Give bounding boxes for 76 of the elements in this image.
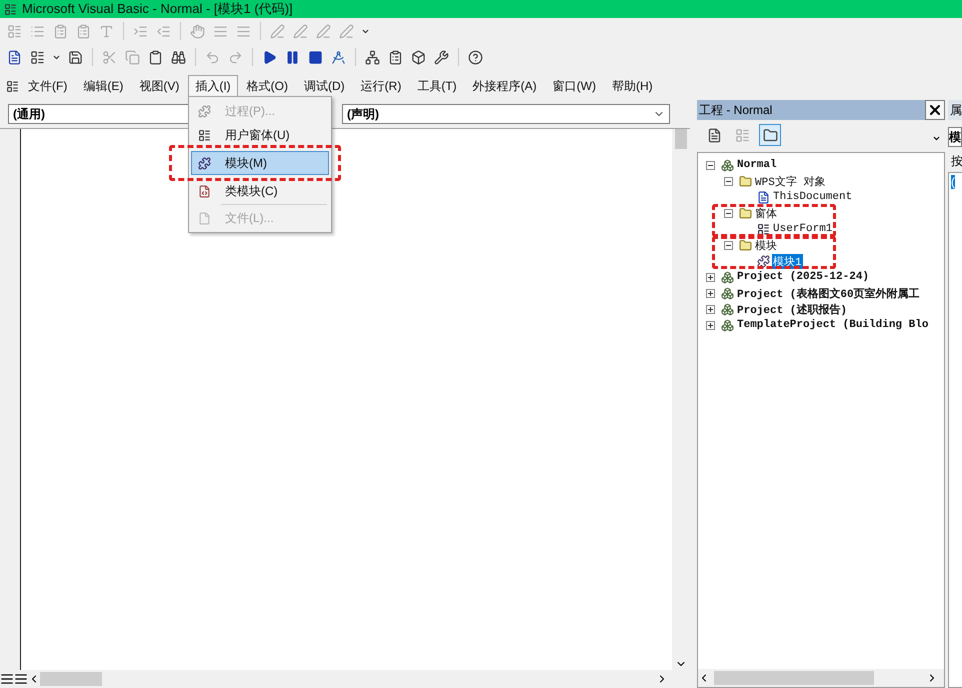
expand-icon[interactable] <box>706 304 715 314</box>
menu-item[interactable]: 调试(D) <box>296 75 352 97</box>
paste-icon[interactable] <box>147 48 164 66</box>
class-module-icon <box>198 184 211 198</box>
tree-item[interactable]: Normal <box>736 159 778 171</box>
folder-icon <box>762 128 778 142</box>
folder-icon <box>739 174 752 188</box>
module-view-icon[interactable] <box>14 672 28 686</box>
menu-item[interactable]: 用户窗体(U) <box>191 123 329 147</box>
expand-icon[interactable] <box>706 320 715 330</box>
document-icon <box>757 190 770 204</box>
procedure-combo[interactable]: (声明) <box>342 104 670 124</box>
menu-item[interactable]: 格式(O) <box>240 75 295 97</box>
modules-icon <box>721 158 734 172</box>
tree-item[interactable]: ThisDocument <box>772 191 854 203</box>
folder-icon <box>739 206 752 220</box>
module-icon <box>757 254 770 268</box>
modules-icon <box>721 270 734 284</box>
app-icon <box>4 2 17 16</box>
tree-item[interactable]: UserForm1 <box>772 223 834 235</box>
tree-item[interactable]: 模块1 <box>772 254 803 268</box>
object-combo[interactable]: 模 <box>948 127 962 147</box>
menu-item[interactable]: 编辑(E) <box>76 75 130 97</box>
tree-item[interactable]: 窗体 <box>754 206 778 220</box>
box-icon[interactable] <box>410 48 427 66</box>
panel-title: 工程 - Normal <box>699 102 772 118</box>
expand-icon[interactable] <box>706 272 715 282</box>
wrench-icon[interactable] <box>433 48 450 66</box>
modules-icon <box>721 286 734 300</box>
tree-item[interactable]: TemplateProject (Building Blo <box>736 319 930 331</box>
document-icon[interactable] <box>6 48 23 66</box>
folder-icon <box>739 238 752 252</box>
horizontal-scrollbar[interactable] <box>40 672 102 686</box>
expand-icon[interactable] <box>706 288 715 298</box>
tree-item[interactable]: Project (表格图文60页室外附属工 <box>736 286 921 300</box>
close-button[interactable] <box>925 100 945 120</box>
menu-item[interactable]: 类模块(C) <box>191 179 329 203</box>
menu-item[interactable]: 工具(T) <box>410 75 464 97</box>
menu-item[interactable]: 视图(V) <box>132 75 186 97</box>
clipboard-icon[interactable] <box>387 48 404 66</box>
network-icon[interactable] <box>364 48 381 66</box>
property-item[interactable]: ( <box>951 175 955 189</box>
procedure-icon <box>198 104 211 118</box>
menu-item[interactable]: 文件(F) <box>21 75 74 97</box>
modules-icon <box>721 318 734 332</box>
menu-item[interactable]: 外接程序(A) <box>466 75 544 97</box>
file-icon <box>198 212 211 224</box>
code-window-icon[interactable] <box>6 80 19 92</box>
collapse-icon[interactable] <box>724 240 733 250</box>
menu-item[interactable]: 模块(M) <box>191 151 329 175</box>
module-icon <box>198 156 211 170</box>
scroll-thumb[interactable] <box>675 129 687 149</box>
modules-icon <box>721 302 734 316</box>
tree-item[interactable]: 模块 <box>754 238 778 252</box>
menu-item[interactable]: 帮助(H) <box>604 75 660 97</box>
caret-icon[interactable] <box>932 134 941 143</box>
folder-toggle-button[interactable] <box>759 124 781 146</box>
menu-item[interactable]: 窗口(W) <box>546 75 603 97</box>
menu-item[interactable]: 运行(R) <box>354 75 408 97</box>
panel-title: 属 <box>950 102 962 118</box>
procedure-view-icon[interactable] <box>0 672 14 686</box>
menu-item[interactable]: 插入(I) <box>188 75 238 97</box>
close-icon <box>927 102 943 118</box>
help-icon[interactable] <box>467 48 484 66</box>
collapse-icon[interactable] <box>724 176 733 186</box>
form-icon <box>198 128 211 142</box>
document-icon <box>706 128 722 142</box>
window-title: Microsoft Visual Basic - Normal - [模块1 (代码)] <box>22 0 293 18</box>
form-icon <box>757 222 770 236</box>
form-icon <box>734 128 750 142</box>
collapse-icon[interactable] <box>724 208 733 218</box>
horizontal-scrollbar[interactable] <box>714 671 874 685</box>
tree-item[interactable]: Project (述职报告) <box>736 302 848 316</box>
tree-item[interactable]: Project (2025-12-24) <box>736 271 870 283</box>
collapse-icon[interactable] <box>706 160 715 170</box>
tree-item[interactable]: WPS文字 对象 <box>754 174 826 188</box>
